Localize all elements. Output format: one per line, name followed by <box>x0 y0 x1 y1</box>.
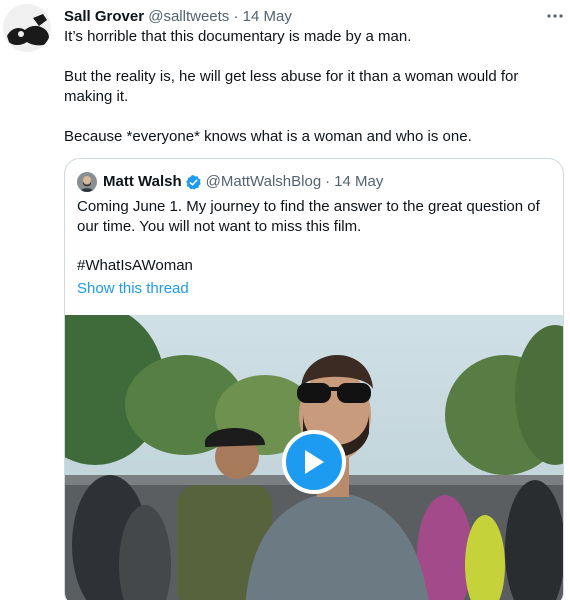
quoted-author-handle: @MattWalshBlog <box>205 173 322 190</box>
author-handle[interactable]: @salltweets <box>148 8 229 25</box>
verified-badge-icon <box>185 174 202 191</box>
play-icon[interactable] <box>282 430 346 494</box>
show-thread-link[interactable]: Show this thread <box>77 279 189 299</box>
tweet-text: It’s horrible that this documentary is m… <box>64 27 554 147</box>
hashtag-link[interactable]: #WhatIsAWoman <box>77 256 193 276</box>
quoted-tweet-date: 14 May <box>334 173 384 190</box>
tweet[interactable]: Sall Grover @salltweets · 14 May It’s ho… <box>0 0 570 600</box>
tweet-paragraph: But the reality is, he will get less abu… <box>64 68 519 105</box>
author-avatar[interactable] <box>3 4 51 52</box>
quoted-tweet[interactable]: Matt Walsh @MattWalshBlog · 14 May Comin… <box>64 158 564 600</box>
quoted-tweet-header: Matt Walsh @MattWalshBlog · 14 May <box>77 172 383 192</box>
author-name[interactable]: Sall Grover <box>64 8 144 25</box>
video-thumbnail[interactable] <box>65 315 563 600</box>
quoted-author-avatar <box>77 172 97 192</box>
tweet-date[interactable]: 14 May <box>243 8 292 25</box>
separator-dot: · <box>233 8 239 25</box>
quoted-author-name: Matt Walsh <box>103 173 182 190</box>
separator-dot: · <box>325 173 331 190</box>
tweet-paragraph: Because *everyone* knows what is a woman… <box>64 128 472 145</box>
more-dots-icon[interactable] <box>540 2 570 30</box>
tweet-header: Sall Grover @salltweets · 14 May <box>64 7 292 26</box>
tweet-paragraph: It’s horrible that this documentary is m… <box>64 28 412 45</box>
quoted-tweet-text: Coming June 1. My journey to find the an… <box>77 198 540 235</box>
